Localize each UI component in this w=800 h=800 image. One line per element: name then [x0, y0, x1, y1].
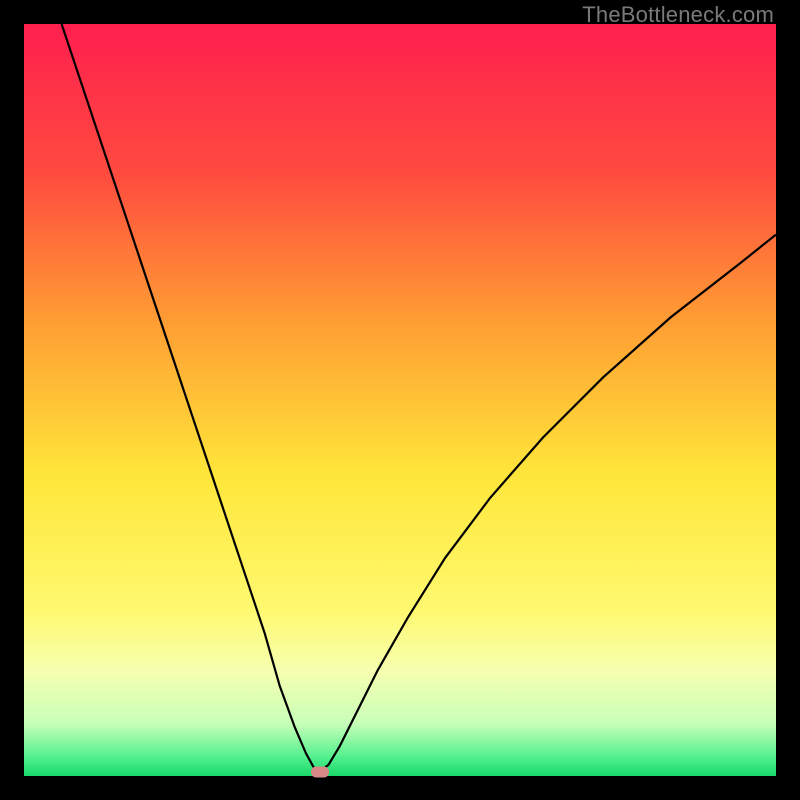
- minimum-marker: [311, 767, 329, 778]
- gradient-background: [24, 24, 776, 776]
- watermark-text: TheBottleneck.com: [582, 2, 774, 28]
- chart-canvas: [24, 24, 776, 776]
- chart-frame: [24, 24, 776, 776]
